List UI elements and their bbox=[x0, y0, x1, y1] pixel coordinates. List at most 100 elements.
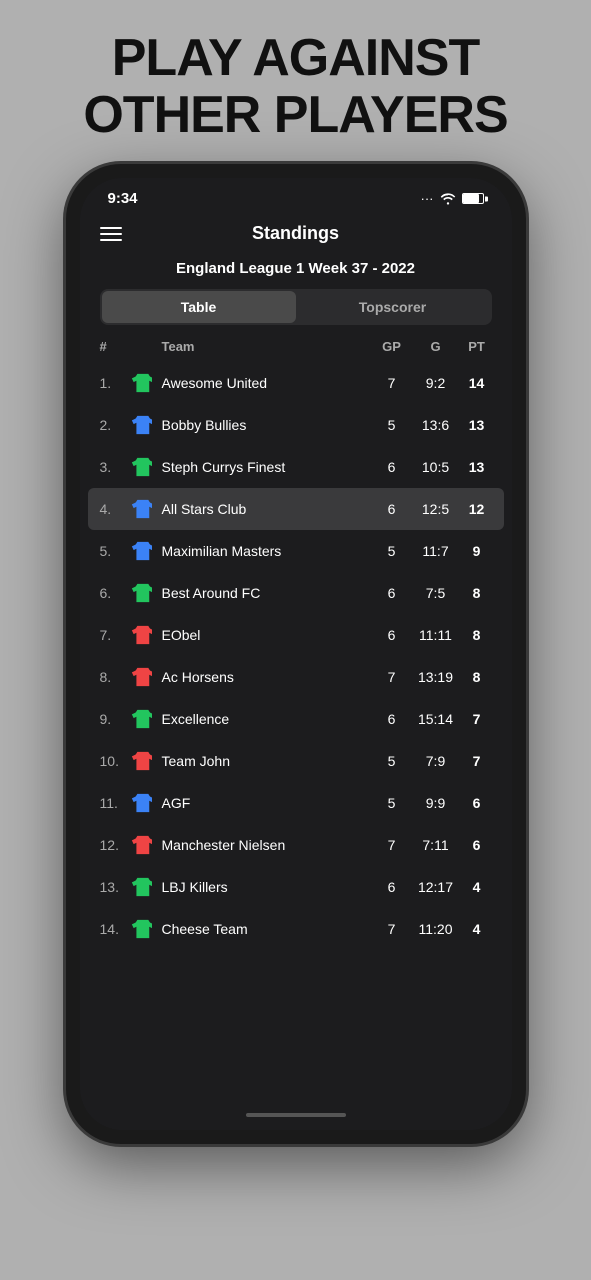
table-row[interactable]: 4. All Stars Club 6 12:5 12 bbox=[88, 488, 504, 530]
row-g: 10:5 bbox=[410, 459, 462, 475]
row-rank: 7. bbox=[100, 627, 128, 643]
row-rank: 6. bbox=[100, 585, 128, 601]
table-row[interactable]: 1. Awesome United 7 9:2 14 bbox=[80, 362, 512, 404]
phone-frame: 9:34 ··· Standings Eng bbox=[66, 164, 526, 1144]
table-header: # Team GP G PT bbox=[80, 335, 512, 362]
app-title: Standings bbox=[122, 223, 470, 244]
table-row[interactable]: 6. Best Around FC 6 7:5 8 bbox=[80, 572, 512, 614]
table-row[interactable]: 14. Cheese Team 7 11:20 4 bbox=[80, 908, 512, 950]
shirt-icon bbox=[128, 582, 154, 604]
row-gp: 5 bbox=[374, 795, 410, 811]
row-pt: 8 bbox=[462, 669, 492, 685]
row-g: 7:11 bbox=[410, 837, 462, 853]
row-team-name: Steph Currys Finest bbox=[162, 459, 374, 475]
table-row[interactable]: 5. Maximilian Masters 5 11:7 9 bbox=[80, 530, 512, 572]
shirt-icon bbox=[128, 624, 154, 646]
dots-icon: ··· bbox=[421, 191, 434, 206]
standings-list: 1. Awesome United 7 9:2 14 2. Bobby Bull… bbox=[80, 362, 512, 1100]
row-pt: 6 bbox=[462, 837, 492, 853]
table-row[interactable]: 11. AGF 5 9:9 6 bbox=[80, 782, 512, 824]
shirt-icon bbox=[128, 540, 154, 562]
row-team-name: Manchester Nielsen bbox=[162, 837, 374, 853]
row-team-name: All Stars Club bbox=[162, 501, 374, 517]
row-rank: 4. bbox=[100, 501, 128, 517]
league-title: England League 1 Week 37 - 2022 bbox=[80, 252, 512, 289]
hamburger-menu[interactable] bbox=[100, 227, 122, 241]
row-gp: 7 bbox=[374, 921, 410, 937]
app-content: Standings England League 1 Week 37 - 202… bbox=[80, 213, 512, 1100]
row-team-name: Awesome United bbox=[162, 375, 374, 391]
shirt-icon bbox=[128, 792, 154, 814]
row-g: 7:9 bbox=[410, 753, 462, 769]
table-row[interactable]: 7. EObel 6 11:11 8 bbox=[80, 614, 512, 656]
row-gp: 6 bbox=[374, 459, 410, 475]
row-gp: 6 bbox=[374, 711, 410, 727]
row-rank: 10. bbox=[100, 753, 128, 769]
shirt-icon bbox=[128, 876, 154, 898]
shirt-icon bbox=[128, 750, 154, 772]
row-g: 15:14 bbox=[410, 711, 462, 727]
shirt-icon bbox=[128, 414, 154, 436]
row-pt: 7 bbox=[462, 711, 492, 727]
status-bar: 9:34 ··· bbox=[80, 178, 512, 213]
row-g: 9:9 bbox=[410, 795, 462, 811]
headline: PLAY AGAINST OTHER PLAYERS bbox=[53, 0, 537, 164]
row-g: 12:5 bbox=[410, 501, 462, 517]
row-gp: 7 bbox=[374, 375, 410, 391]
home-indicator bbox=[80, 1100, 512, 1130]
table-row[interactable]: 12. Manchester Nielsen 7 7:11 6 bbox=[80, 824, 512, 866]
row-pt: 6 bbox=[462, 795, 492, 811]
row-team-name: Maximilian Masters bbox=[162, 543, 374, 559]
wifi-icon bbox=[440, 193, 456, 205]
row-rank: 8. bbox=[100, 669, 128, 685]
shirt-icon bbox=[128, 918, 154, 940]
col-g-header: G bbox=[410, 339, 462, 354]
shirt-icon bbox=[128, 456, 154, 478]
row-pt: 9 bbox=[462, 543, 492, 559]
row-team-name: Excellence bbox=[162, 711, 374, 727]
table-row[interactable]: 13. LBJ Killers 6 12:17 4 bbox=[80, 866, 512, 908]
row-pt: 8 bbox=[462, 585, 492, 601]
row-team-name: Cheese Team bbox=[162, 921, 374, 937]
row-rank: 12. bbox=[100, 837, 128, 853]
row-gp: 6 bbox=[374, 879, 410, 895]
row-pt: 8 bbox=[462, 627, 492, 643]
table-row[interactable]: 9. Excellence 6 15:14 7 bbox=[80, 698, 512, 740]
col-rank-header: # bbox=[100, 339, 128, 354]
tab-table[interactable]: Table bbox=[102, 291, 296, 323]
shirt-icon bbox=[128, 834, 154, 856]
shirt-icon bbox=[128, 666, 154, 688]
row-team-name: Ac Horsens bbox=[162, 669, 374, 685]
phone-screen: 9:34 ··· Standings Eng bbox=[80, 178, 512, 1130]
row-g: 7:5 bbox=[410, 585, 462, 601]
shirt-icon bbox=[128, 372, 154, 394]
row-gp: 7 bbox=[374, 669, 410, 685]
col-gp-header: GP bbox=[374, 339, 410, 354]
row-gp: 6 bbox=[374, 627, 410, 643]
home-bar bbox=[246, 1113, 346, 1117]
row-pt: 4 bbox=[462, 879, 492, 895]
tabs-container: Table Topscorer bbox=[100, 289, 492, 325]
row-gp: 5 bbox=[374, 543, 410, 559]
tab-topscorer[interactable]: Topscorer bbox=[296, 291, 490, 323]
row-rank: 11. bbox=[100, 795, 128, 811]
row-rank: 14. bbox=[100, 921, 128, 937]
row-team-name: LBJ Killers bbox=[162, 879, 374, 895]
row-rank: 13. bbox=[100, 879, 128, 895]
row-pt: 7 bbox=[462, 753, 492, 769]
table-row[interactable]: 2. Bobby Bullies 5 13:6 13 bbox=[80, 404, 512, 446]
row-g: 11:20 bbox=[410, 921, 462, 937]
row-gp: 7 bbox=[374, 837, 410, 853]
row-rank: 3. bbox=[100, 459, 128, 475]
table-row[interactable]: 3. Steph Currys Finest 6 10:5 13 bbox=[80, 446, 512, 488]
row-pt: 13 bbox=[462, 417, 492, 433]
row-team-name: EObel bbox=[162, 627, 374, 643]
row-team-name: Best Around FC bbox=[162, 585, 374, 601]
row-g: 13:6 bbox=[410, 417, 462, 433]
app-header: Standings bbox=[80, 213, 512, 252]
table-row[interactable]: 10. Team John 5 7:9 7 bbox=[80, 740, 512, 782]
col-team-header: Team bbox=[128, 339, 374, 354]
shirt-icon bbox=[128, 498, 154, 520]
table-row[interactable]: 8. Ac Horsens 7 13:19 8 bbox=[80, 656, 512, 698]
row-team-name: Team John bbox=[162, 753, 374, 769]
